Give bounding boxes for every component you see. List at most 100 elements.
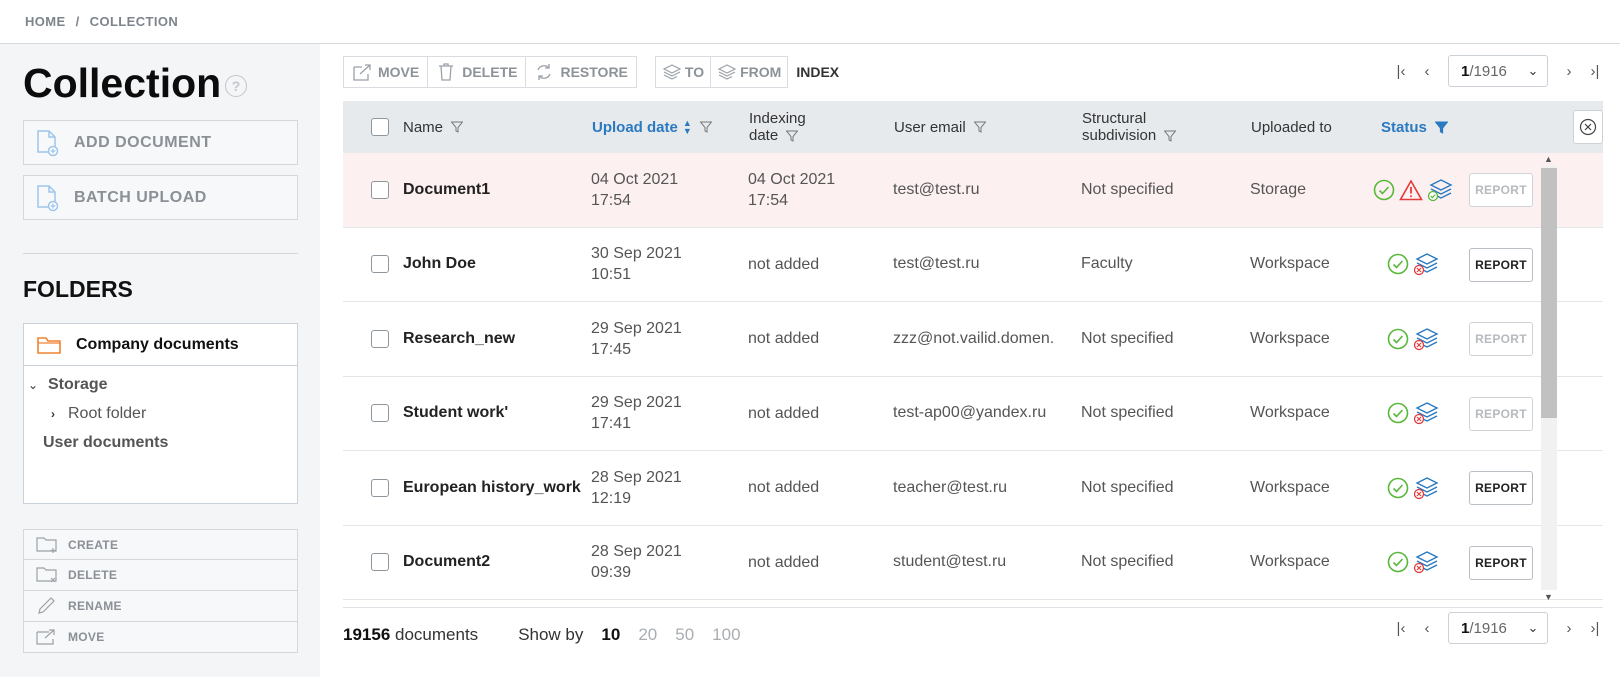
next-page-icon[interactable]: ›: [1556, 620, 1582, 637]
report-button[interactable]: REPORT: [1469, 545, 1533, 580]
create-folder-label: CREATE: [68, 537, 119, 552]
rename-folder-button[interactable]: RENAME: [23, 591, 298, 622]
report-button[interactable]: REPORT: [1469, 471, 1533, 505]
table-row[interactable]: Document2 28 Sep 2021 09:39 not added studen…: [343, 526, 1603, 600]
upload-date-time: 17:41: [591, 415, 632, 433]
indexing-date-day: not added: [748, 553, 820, 571]
indexing-date: not added: [748, 302, 819, 376]
filter-icon[interactable]: [451, 121, 464, 133]
chevron-right-icon[interactable]: ›: [48, 407, 58, 421]
scrollbar-thumb[interactable]: [1541, 168, 1557, 418]
chevron-down-icon[interactable]: ⌄: [1519, 63, 1547, 79]
filter-icon[interactable]: [973, 121, 986, 133]
batch-upload-label: BATCH UPLOAD: [74, 188, 207, 206]
move-button[interactable]: MOVE: [344, 57, 429, 87]
filter-icon[interactable]: [786, 130, 799, 142]
user-email: zzz@not.vailid.domen.: [893, 329, 1055, 347]
row-checkbox[interactable]: [371, 180, 389, 199]
tree-item-root-folder[interactable]: › Root folder: [24, 399, 297, 429]
move-icon: [353, 64, 371, 81]
next-page-icon[interactable]: ›: [1556, 63, 1582, 80]
row-checkbox[interactable]: [371, 404, 389, 423]
table-row[interactable]: Research_new 29 Sep 2021 17:45 not added zzz…: [343, 302, 1603, 377]
chevron-down-icon[interactable]: ⌄: [28, 378, 38, 392]
row-checkbox[interactable]: [371, 553, 389, 572]
uploaded-to: Workspace: [1250, 404, 1330, 422]
report-button[interactable]: REPORT: [1469, 173, 1533, 207]
sort-icon[interactable]: ▲ ▼: [683, 119, 692, 136]
upload-date-day: 29 Sep 2021: [591, 394, 682, 412]
upload-date-day: 04 Oct 2021: [591, 170, 679, 188]
upload-date-time: 10:51: [591, 266, 632, 284]
create-folder-button[interactable]: CREATE: [23, 529, 298, 560]
layers-not-indexed-icon: [1413, 327, 1439, 350]
status-icons: [1387, 228, 1443, 302]
document-name[interactable]: Research_new: [403, 302, 515, 376]
table-row[interactable]: Student work' 29 Sep 2021 17:41 not added te…: [343, 377, 1603, 451]
table-row[interactable]: European history_work 28 Sep 2021 12:19 not…: [343, 451, 1603, 526]
chevron-down-icon[interactable]: ⌄: [1519, 620, 1547, 636]
column-structural-subdivision: Structural subdivision: [1082, 101, 1177, 153]
prev-page-icon[interactable]: ‹: [1414, 620, 1440, 637]
first-page-icon[interactable]: |‹: [1388, 63, 1414, 80]
page-size-20[interactable]: 20: [638, 625, 657, 645]
last-page-icon[interactable]: ›|: [1582, 63, 1608, 80]
upload-date-time: 12:19: [591, 489, 632, 507]
row-checkbox[interactable]: [371, 329, 389, 348]
table-scrollbar[interactable]: ▲ ▼: [1538, 152, 1557, 608]
check-circle-icon: [1387, 402, 1409, 424]
check-circle-icon: [1373, 179, 1395, 201]
clear-filters-button[interactable]: [1573, 110, 1603, 144]
filter-icon[interactable]: [1164, 130, 1177, 142]
folder-selector[interactable]: Company documents: [24, 324, 297, 366]
row-checkbox[interactable]: [371, 478, 389, 497]
delete-button[interactable]: DELETE: [428, 57, 527, 87]
breadcrumb-home[interactable]: HOME: [25, 14, 66, 29]
page-size-50[interactable]: 50: [675, 625, 694, 645]
tree-item-user-documents[interactable]: User documents: [24, 428, 297, 458]
index-from-button[interactable]: FROM: [711, 57, 787, 87]
filter-icon[interactable]: [699, 121, 712, 133]
last-page-icon[interactable]: ›|: [1582, 620, 1608, 637]
scroll-up-icon[interactable]: ▲: [1544, 154, 1553, 164]
restore-button[interactable]: RESTORE: [526, 57, 635, 87]
index-button[interactable]: INDEX: [796, 56, 839, 88]
document-name[interactable]: John Doe: [403, 228, 476, 302]
folder-actions: CREATE DELETE RENAME MOVE: [23, 529, 298, 653]
indexing-date: not added: [748, 526, 819, 600]
table-row[interactable]: John Doe 30 Sep 2021 10:51 not added test@te…: [343, 228, 1603, 302]
document-name[interactable]: European history_work: [403, 451, 581, 525]
index-to-button[interactable]: TO: [656, 57, 712, 87]
document-name[interactable]: Document2: [403, 526, 490, 600]
scroll-down-icon[interactable]: ▼: [1544, 592, 1553, 602]
page-size-100[interactable]: 100: [712, 625, 740, 645]
page-select[interactable]: 1/1916 ⌄: [1448, 55, 1548, 87]
document-name[interactable]: Document1: [403, 153, 490, 227]
filter-active-icon[interactable]: [1434, 121, 1448, 134]
upload-date-day: 28 Sep 2021: [591, 543, 682, 561]
table-row[interactable]: Document1 04 Oct 2021 17:54 04 Oct 2021 17:5…: [343, 153, 1603, 228]
breadcrumb-collection[interactable]: COLLECTION: [90, 14, 179, 29]
report-button[interactable]: REPORT: [1469, 396, 1533, 431]
structural-subdivision: Faculty: [1081, 255, 1133, 273]
status-icons: [1387, 377, 1443, 451]
page-select[interactable]: 1/1916 ⌄: [1448, 612, 1548, 644]
prev-page-icon[interactable]: ‹: [1414, 63, 1440, 80]
document-name[interactable]: Student work': [403, 377, 508, 451]
tree-item-storage[interactable]: ⌄ Storage: [24, 370, 297, 400]
delete-folder-icon: [36, 567, 57, 583]
row-checkbox[interactable]: [371, 255, 389, 274]
delete-folder-button[interactable]: DELETE: [23, 560, 298, 591]
column-upload-date[interactable]: Upload date ▲ ▼: [592, 101, 712, 153]
page-size-10[interactable]: 10: [601, 625, 620, 645]
select-all-checkbox[interactable]: [371, 118, 389, 136]
question-circle-icon[interactable]: ?: [225, 75, 247, 97]
move-folder-button[interactable]: MOVE: [23, 622, 298, 653]
first-page-icon[interactable]: |‹: [1388, 620, 1414, 637]
sidebar-divider: [23, 253, 298, 254]
top-pagination: |‹ ‹ 1/1916 ⌄ › ›|: [1388, 54, 1608, 88]
batch-upload-button[interactable]: BATCH UPLOAD: [23, 175, 298, 220]
add-document-button[interactable]: ADD DOCUMENT: [23, 120, 298, 165]
report-button[interactable]: REPORT: [1469, 322, 1533, 356]
report-button[interactable]: REPORT: [1469, 247, 1533, 282]
